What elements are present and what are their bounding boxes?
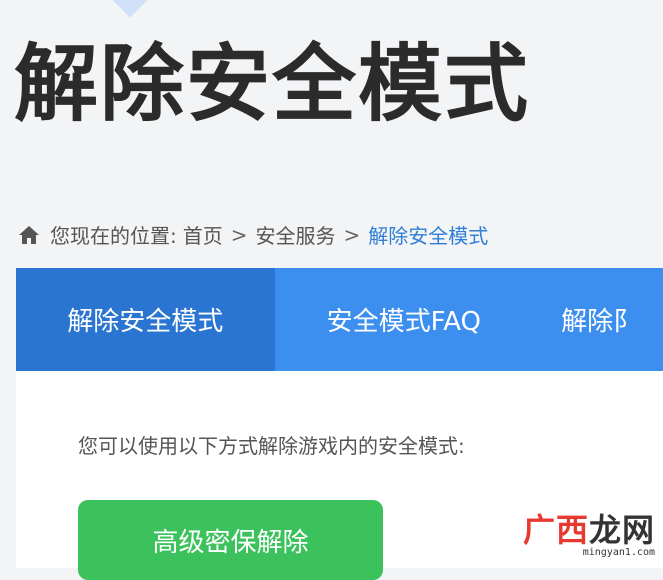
tab-remove-partial[interactable]: 解除阝 — [533, 268, 663, 371]
tab-safe-mode-faq[interactable]: 安全模式FAQ — [275, 268, 534, 371]
site-watermark: 广西龙网 mingyan1.com — [523, 514, 655, 558]
home-icon[interactable] — [18, 225, 40, 245]
watermark-text-part1: 广西 — [522, 511, 589, 549]
advanced-security-unlock-button[interactable]: 高级密保解除 — [78, 500, 383, 580]
intro-text: 您可以使用以下方式解除游戏内的安全模式: — [78, 434, 465, 458]
page-title: 解除安全模式 — [14, 35, 531, 133]
watermark-text-part2: 龙网 — [588, 511, 655, 549]
tab-remove-safe-mode[interactable]: 解除安全模式 — [16, 268, 275, 371]
breadcrumb-security-link[interactable]: 安全服务 — [256, 220, 336, 249]
pointer-marker — [104, 0, 156, 18]
breadcrumb-separator: > — [230, 222, 248, 247]
tab-bar: 解除安全模式 安全模式FAQ 解除阝 — [16, 268, 663, 371]
breadcrumb-separator: > — [343, 222, 361, 247]
breadcrumb-prefix: 您现在的位置: — [50, 224, 177, 248]
breadcrumb-home-link[interactable]: 首页 — [183, 220, 223, 249]
watermark-url: mingyan1.com — [582, 547, 655, 558]
breadcrumb-current: 解除安全模式 — [368, 224, 489, 248]
breadcrumb: 您现在的位置: 首页 > 安全服务 > 解除安全模式 — [18, 220, 488, 249]
